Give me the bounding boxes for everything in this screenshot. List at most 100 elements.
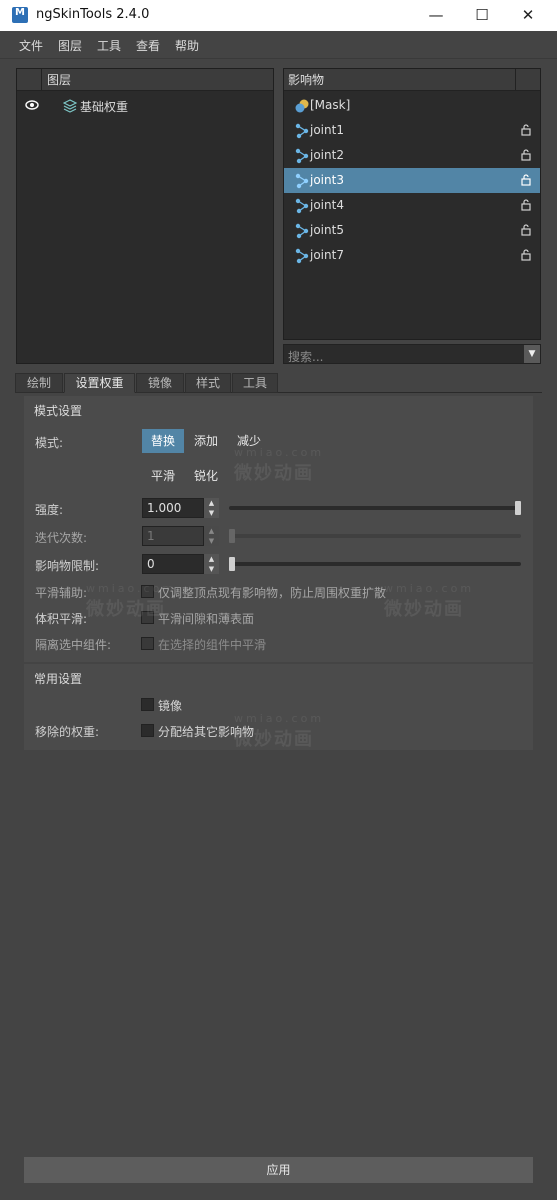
menu-view[interactable]: 查看 (136, 37, 160, 54)
chevron-down-icon[interactable]: ▼ (524, 345, 540, 363)
influence-row-joint4[interactable]: joint4 (284, 193, 540, 218)
maximize-button[interactable]: ☐ (459, 0, 505, 31)
influence-row-joint1[interactable]: joint1 (284, 118, 540, 143)
influence-limit-value[interactable]: 0 (142, 554, 204, 574)
intensity-label: 强度: (35, 503, 64, 517)
joint-icon (294, 148, 310, 164)
mode-settings-title: 模式设置 (34, 404, 83, 418)
mode-smooth-button[interactable]: 平滑 (142, 464, 184, 488)
menu-help[interactable]: 帮助 (175, 37, 199, 54)
joint-icon (294, 248, 310, 264)
influence-row-joint3[interactable]: joint3 (284, 168, 540, 193)
watermark: wmiao.com 微妙动画 (86, 582, 177, 620)
influence-row-joint7[interactable]: joint7 (284, 243, 540, 268)
iterations-spinbox[interactable]: 1 ▲ ▼ (142, 526, 219, 546)
influence-label: joint5 (310, 223, 344, 237)
mode-label: 模式: (35, 436, 64, 450)
joint-icon (294, 123, 310, 139)
influence-limit-label: 影响物限制: (35, 559, 100, 573)
layers-panel-header: 图层 (17, 69, 273, 91)
mode-settings-section: 模式设置 模式: 替换 添加 减少 平滑 锐化 强度: 1.000 ▲ ▼ 迭代次… (24, 396, 533, 662)
isolate-option: 在选择的组件中平滑 (158, 638, 267, 652)
influence-limit-spinbox[interactable]: 0 ▲ ▼ (142, 554, 219, 574)
watermark: wmiao.com 微妙动画 (234, 446, 325, 484)
mirror-option: 镜像 (158, 699, 183, 713)
layer-row[interactable]: 基础权重 (17, 93, 273, 119)
smooth-assist-label: 平滑辅助: (35, 586, 88, 600)
tab-tools[interactable]: 工具 (232, 373, 278, 393)
volume-smooth-label: 体积平滑: (35, 612, 88, 626)
maya-app-icon: M (12, 7, 28, 23)
tab-paint[interactable]: 绘制 (15, 373, 63, 393)
tab-mirror[interactable]: 镜像 (136, 373, 184, 393)
influence-label: joint3 (310, 173, 344, 187)
menu-bar: 文件 图层 工具 查看 帮助 (0, 31, 557, 59)
lock-icon[interactable] (520, 124, 532, 136)
influence-label: joint4 (310, 198, 344, 212)
influences-panel: 影响物 [Mask] joint1 joint2 joint3 joint4 j… (283, 68, 541, 340)
influence-row-mask[interactable]: [Mask] (284, 93, 540, 118)
iterations-value[interactable]: 1 (142, 526, 204, 546)
layer-stack-icon (62, 99, 78, 113)
panel-splitter[interactable] (278, 70, 281, 270)
intensity-slider[interactable] (229, 506, 521, 510)
window-title: ngSkinTools 2.4.0 (36, 7, 150, 22)
mode-replace-button[interactable]: 替换 (142, 429, 184, 453)
menu-layers[interactable]: 图层 (58, 37, 82, 54)
joint-icon (294, 198, 310, 214)
joint-icon (294, 223, 310, 239)
iterations-slider-handle[interactable] (229, 529, 235, 543)
influence-row-joint2[interactable]: joint2 (284, 143, 540, 168)
influence-label: joint7 (310, 248, 344, 262)
apply-button[interactable]: 应用 (24, 1157, 533, 1183)
influence-row-joint5[interactable]: joint5 (284, 218, 540, 243)
spin-arrows[interactable]: ▲ ▼ (204, 498, 219, 518)
lock-icon[interactable] (520, 199, 532, 211)
lock-icon[interactable] (520, 149, 532, 161)
lock-icon[interactable] (520, 249, 532, 261)
tab-bar: 绘制 设置权重 镜像 样式 工具 (15, 373, 542, 393)
isolate-checkbox[interactable] (141, 637, 154, 650)
influence-label: joint2 (310, 148, 344, 162)
iterations-label: 迭代次数: (35, 531, 88, 545)
intensity-value[interactable]: 1.000 (142, 498, 204, 518)
influence-search-input[interactable]: 搜索... ▼ (283, 344, 541, 364)
menu-file[interactable]: 文件 (19, 37, 43, 54)
watermark: wmiao.com 微妙动画 (234, 712, 325, 750)
eye-icon[interactable] (25, 99, 39, 114)
influences-header-label: 影响物 (288, 73, 325, 87)
minimize-button[interactable]: — (413, 0, 459, 31)
influence-label: [Mask] (310, 98, 351, 112)
watermark: wmiao.com 微妙动画 (384, 582, 475, 620)
search-placeholder: 搜索... (288, 350, 324, 364)
influences-panel-header: 影响物 (284, 69, 540, 91)
removed-weights-checkbox[interactable] (141, 724, 154, 737)
menu-tools[interactable]: 工具 (97, 37, 121, 54)
layers-header-label: 图层 (47, 73, 72, 87)
influence-limit-slider[interactable] (229, 562, 521, 566)
ngskintools-window: M ngSkinTools 2.4.0 — ☐ ✕ 文件 图层 工具 查看 帮助… (0, 0, 557, 1200)
mode-add-button[interactable]: 添加 (186, 429, 226, 453)
mirror-checkbox[interactable] (141, 698, 154, 711)
mask-icon (294, 98, 310, 114)
influence-label: joint1 (310, 123, 344, 137)
joint-icon (294, 173, 310, 189)
intensity-slider-handle[interactable] (515, 501, 521, 515)
close-button[interactable]: ✕ (505, 0, 551, 31)
influence-limit-slider-handle[interactable] (229, 557, 235, 571)
isolate-label: 隔离选中组件: (35, 638, 112, 652)
iterations-slider[interactable] (229, 534, 521, 538)
lock-icon[interactable] (520, 174, 532, 186)
tab-style[interactable]: 样式 (185, 373, 231, 393)
common-settings-title: 常用设置 (34, 672, 83, 686)
mode-sharpen-button[interactable]: 锐化 (186, 464, 226, 488)
title-bar: M ngSkinTools 2.4.0 — ☐ ✕ (0, 0, 557, 31)
layer-label: 基础权重 (80, 100, 129, 114)
lock-icon[interactable] (520, 224, 532, 236)
spin-arrows[interactable]: ▲ ▼ (204, 526, 219, 546)
removed-weights-label: 移除的权重: (35, 725, 100, 739)
intensity-spinbox[interactable]: 1.000 ▲ ▼ (142, 498, 219, 518)
layers-panel: 图层 基础权重 (16, 68, 274, 364)
spin-arrows[interactable]: ▲ ▼ (204, 554, 219, 574)
tab-set-weights[interactable]: 设置权重 (64, 373, 135, 393)
